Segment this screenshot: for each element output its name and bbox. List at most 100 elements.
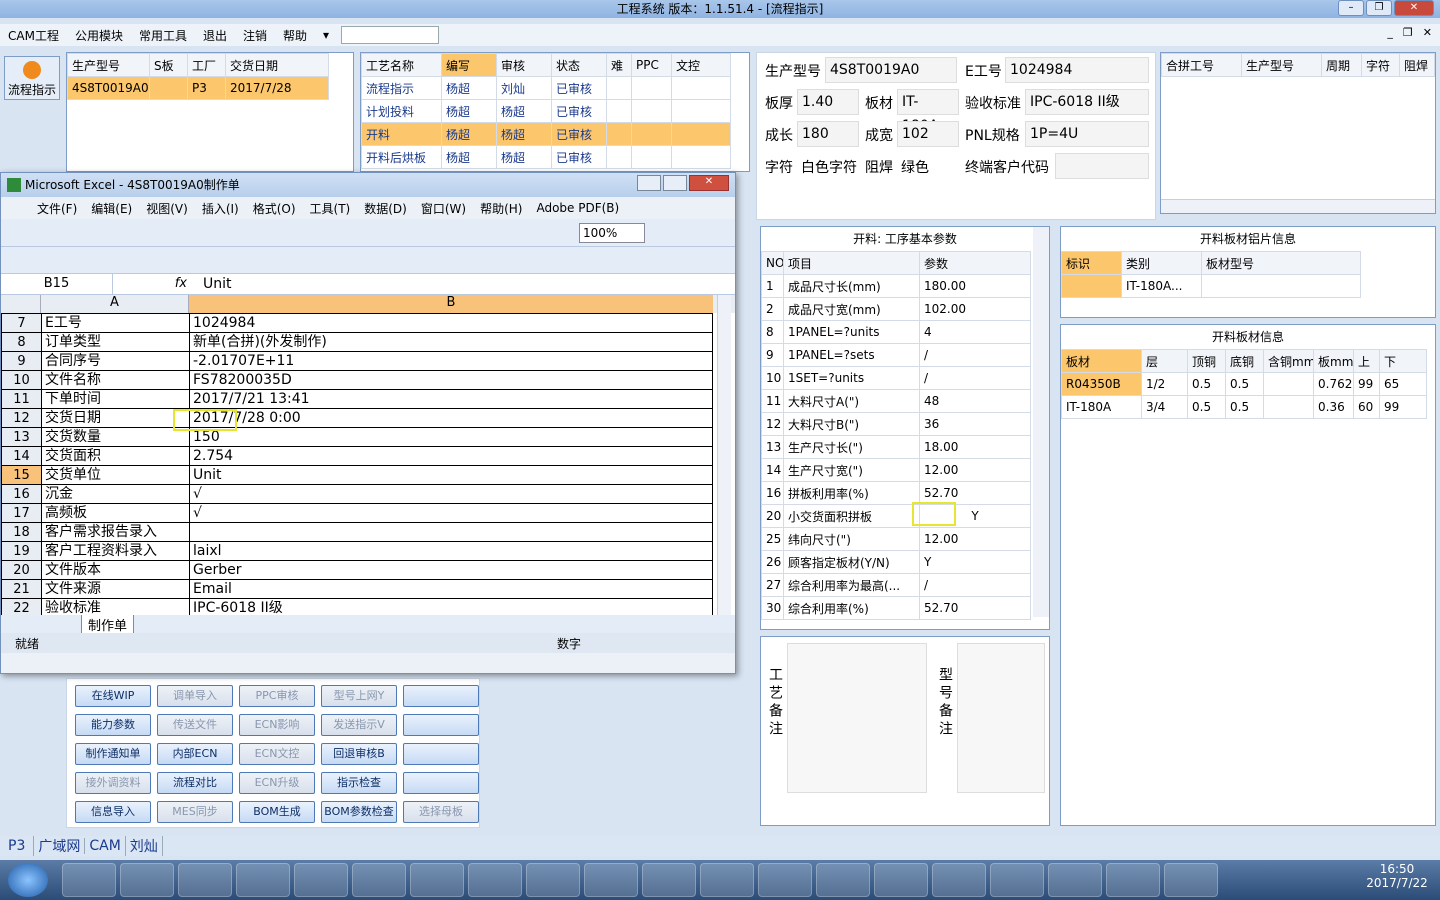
- col-header[interactable]: 合拼工号: [1161, 53, 1242, 77]
- file-icon[interactable]: [178, 863, 232, 897]
- table-row[interactable]: 19 客户工程资料录入 laixl: [1, 541, 713, 561]
- table-row[interactable]: 18 客户需求报告录入: [1, 522, 713, 542]
- row-number[interactable]: 22: [1, 598, 42, 615]
- table-row[interactable]: 26 顾客指定板材(Y/N) Y: [761, 550, 1031, 574]
- window-icon[interactable]: [584, 863, 638, 897]
- action-button[interactable]: 在线WIP: [75, 685, 151, 707]
- close-button[interactable]: ✕: [1394, 0, 1434, 16]
- cell[interactable]: 新单(合拼)(外发制作): [189, 332, 713, 352]
- table-row[interactable]: 12 交货日期 2017/7/28 0:00: [1, 408, 713, 428]
- length-field[interactable]: 180: [797, 121, 859, 147]
- table-row[interactable]: 9 合同序号 -2.01707E+11: [1, 351, 713, 371]
- excel-icon[interactable]: [410, 863, 464, 897]
- col-header[interactable]: 编写: [441, 53, 497, 77]
- fx-icon[interactable]: fx: [113, 274, 193, 294]
- mdi-close-icon[interactable]: ✕: [1423, 26, 1432, 39]
- action-button[interactable]: MES同步: [157, 801, 233, 823]
- row-number[interactable]: 17: [1, 503, 42, 523]
- cell[interactable]: 验收标准: [41, 598, 190, 615]
- action-button[interactable]: [403, 772, 479, 794]
- app-icon[interactable]: [120, 863, 174, 897]
- action-button[interactable]: 流程对比: [157, 772, 233, 794]
- excel-menu-item[interactable]: Adobe PDF(B): [536, 201, 619, 215]
- row-number[interactable]: 7: [1, 313, 42, 333]
- thickness-field[interactable]: 1.40: [797, 89, 859, 115]
- action-button[interactable]: 选择母板: [403, 801, 479, 823]
- menu-combo[interactable]: [341, 26, 440, 44]
- sheet-tab[interactable]: 制作单: [81, 613, 135, 635]
- excel-menu-item[interactable]: 文件(F): [37, 200, 77, 217]
- col-header[interactable]: 层: [1141, 349, 1188, 373]
- customer-field[interactable]: [1055, 153, 1149, 179]
- col-header[interactable]: 板材型号: [1201, 251, 1361, 275]
- action-button[interactable]: BOM参数检查: [321, 801, 397, 823]
- menu-exit[interactable]: 退出: [195, 27, 235, 44]
- cell[interactable]: 文件版本: [41, 560, 190, 580]
- h-scrollbar[interactable]: [1161, 199, 1435, 213]
- flow-indicator-button[interactable]: 流程指示: [4, 56, 60, 100]
- table-row[interactable]: 2 成品尺寸宽(mm) 102.00: [761, 297, 1031, 321]
- action-button[interactable]: 发送指示V: [321, 714, 397, 736]
- table-row[interactable]: 20 小交货面积拼板 Y: [761, 504, 1031, 528]
- table-row[interactable]: 20 文件版本 Gerber: [1, 560, 713, 580]
- col-header[interactable]: 难: [606, 53, 632, 77]
- menu-cam[interactable]: CAM工程: [0, 27, 67, 44]
- cell[interactable]: 2017/7/21 13:41: [189, 389, 713, 409]
- cell[interactable]: 下单时间: [41, 389, 190, 409]
- select-all-corner[interactable]: [1, 295, 41, 313]
- row-number[interactable]: 18: [1, 522, 42, 542]
- col-header[interactable]: 文控: [671, 53, 731, 77]
- start-button[interactable]: [8, 863, 48, 897]
- row-number[interactable]: 15: [1, 465, 42, 485]
- table-row[interactable]: IT-180A 3/4 0.5 0.5 0.36 60 99: [1061, 395, 1427, 419]
- zoom-select[interactable]: 100%: [579, 223, 645, 243]
- cell[interactable]: 沉金: [41, 484, 190, 504]
- col-header[interactable]: 类别: [1121, 251, 1202, 275]
- cell[interactable]: laixl: [189, 541, 713, 561]
- cell[interactable]: 交货日期: [41, 408, 190, 428]
- app-icon[interactable]: [990, 863, 1044, 897]
- row-number[interactable]: 9: [1, 351, 42, 371]
- action-button[interactable]: [403, 743, 479, 765]
- col-header[interactable]: 项目: [783, 251, 920, 275]
- col-header-a[interactable]: A: [41, 295, 189, 313]
- minimize-button[interactable]: –: [1338, 0, 1364, 16]
- table-row[interactable]: 25 纬向尺寸(") 12.00: [761, 527, 1031, 551]
- cell[interactable]: 客户工程资料录入: [41, 541, 190, 561]
- col-header[interactable]: 工厂: [187, 53, 226, 77]
- excel-menu-item[interactable]: 帮助(H): [480, 200, 522, 217]
- table-row[interactable]: 13 交货数量 150: [1, 427, 713, 447]
- cell[interactable]: E工号: [41, 313, 190, 333]
- table-row[interactable]: 14 生产尺寸宽(") 12.00: [761, 458, 1031, 482]
- model-notes-field[interactable]: [957, 643, 1045, 793]
- col-header[interactable]: 顶铜: [1187, 349, 1226, 373]
- action-button[interactable]: 调单导入: [157, 685, 233, 707]
- action-button[interactable]: [403, 714, 479, 736]
- col-header[interactable]: 审核: [496, 53, 552, 77]
- col-header[interactable]: NO: [761, 251, 784, 275]
- material-field[interactable]: IT-180A+: [897, 89, 959, 134]
- formula-input[interactable]: Unit: [193, 274, 735, 294]
- excel-menu-item[interactable]: 格式(O): [253, 200, 296, 217]
- width-field[interactable]: 102: [897, 121, 959, 147]
- excel-v-scrollbar[interactable]: [717, 295, 731, 615]
- action-button[interactable]: 制作通知单: [75, 743, 151, 765]
- col-header[interactable]: 字符: [1361, 53, 1400, 77]
- col-header[interactable]: 标识: [1061, 251, 1122, 275]
- cell[interactable]: 订单类型: [41, 332, 190, 352]
- col-header[interactable]: 工艺名称: [361, 53, 442, 77]
- name-box[interactable]: B15: [1, 274, 113, 294]
- col-header[interactable]: S板: [149, 53, 188, 77]
- action-button[interactable]: BOM生成: [239, 801, 315, 823]
- cell[interactable]: √: [189, 484, 713, 504]
- excel-maximize-button[interactable]: [663, 175, 687, 191]
- cell[interactable]: [189, 522, 713, 542]
- col-header[interactable]: 上: [1353, 349, 1380, 373]
- craft-notes-field[interactable]: [787, 643, 927, 793]
- pnl-field[interactable]: 1P=4U: [1025, 121, 1149, 147]
- excel-menu-item[interactable]: 窗口(W): [421, 200, 466, 217]
- window-icon[interactable]: [816, 863, 870, 897]
- cell[interactable]: √: [189, 503, 713, 523]
- action-button[interactable]: 内部ECN: [157, 743, 233, 765]
- menu-help[interactable]: 帮助: [275, 27, 315, 44]
